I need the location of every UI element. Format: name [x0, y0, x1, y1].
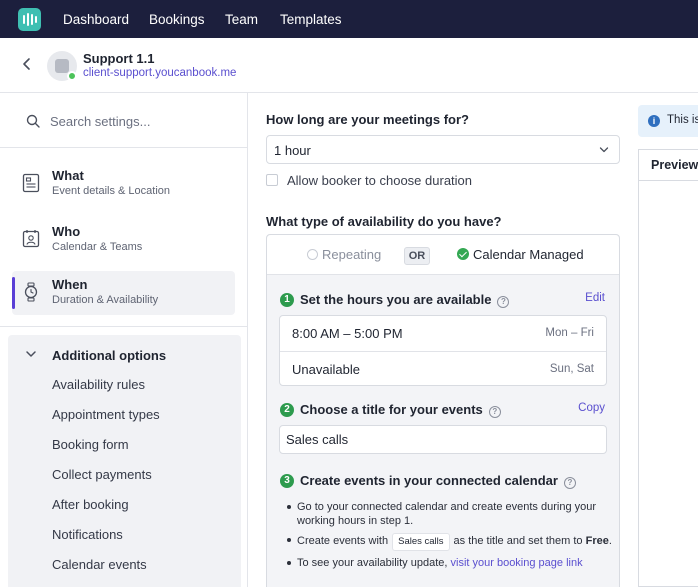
list-item: To see your availability update, visit y…	[287, 556, 612, 570]
additional-options-title: Additional options	[52, 348, 167, 363]
hours-time: Unavailable	[292, 362, 360, 377]
help-icon[interactable]: ?	[563, 477, 576, 489]
help-icon[interactable]: ?	[497, 296, 510, 308]
sidebar-item-who[interactable]: Who Calendar & Teams	[12, 218, 235, 262]
or-badge: OR	[404, 247, 430, 265]
availability-question: What type of availability do you have?	[266, 214, 502, 229]
option-booking-form[interactable]: Booking form	[52, 437, 129, 452]
booking-page-link[interactable]: visit your booking page link	[451, 557, 583, 569]
event-title-input[interactable]	[279, 425, 607, 454]
search-input[interactable]	[50, 110, 230, 132]
page-title: Support 1.1	[83, 51, 155, 66]
availability-panel: Repeating OR Calendar Managed 1 Set the …	[266, 234, 620, 587]
nav-templates[interactable]: Templates	[280, 12, 342, 27]
info-text: This is	[667, 114, 698, 126]
chevron-down-icon	[26, 351, 36, 357]
option-calendar-events[interactable]: Calendar events	[52, 557, 147, 572]
user-card-icon	[22, 230, 40, 248]
edit-hours-link[interactable]: Edit	[585, 292, 605, 304]
additional-options-panel: Additional options Availability rules Ap…	[8, 335, 241, 587]
radio-empty-icon	[307, 249, 318, 260]
page-header: Support 1.1 client-support.youcanbook.me	[0, 38, 698, 93]
duration-select[interactable]: 1 hour	[266, 135, 620, 164]
sidebar-item-sub: Calendar & Teams	[52, 241, 143, 253]
step-3-title: Create events in your connected calendar…	[300, 473, 576, 489]
back-chevron-icon[interactable]	[20, 56, 34, 72]
option-appointment-types[interactable]: Appointment types	[52, 407, 160, 422]
sidebar-item-sub: Duration & Availability	[52, 294, 159, 306]
hours-days: Sun, Sat	[549, 363, 594, 375]
sidebar-divider	[0, 326, 247, 327]
option-calendar-managed[interactable]: Calendar Managed	[457, 247, 584, 262]
event-title-code: Sales calls	[392, 533, 450, 551]
search-icon	[26, 114, 40, 128]
option-notifications[interactable]: Notifications	[52, 527, 123, 542]
online-status-icon	[67, 71, 77, 81]
step-number-3: 3	[280, 474, 294, 488]
main-content: How long are your meetings for? 1 hour A…	[248, 93, 628, 587]
booking-page-link[interactable]: client-support.youcanbook.me	[83, 67, 236, 79]
instructions-list: Go to your connected calendar and create…	[287, 500, 612, 575]
hours-time: 8:00 AM – 5:00 PM	[292, 326, 403, 341]
checkbox[interactable]	[266, 174, 278, 186]
sidebar-item-label: Who	[52, 224, 81, 239]
step-number-2: 2	[280, 403, 294, 417]
duration-question: How long are your meetings for?	[266, 112, 469, 127]
nav-bookings[interactable]: Bookings	[149, 12, 205, 27]
step-1-title: Set the hours you are available?	[300, 292, 510, 308]
sidebar-item-when[interactable]: When Duration & Availability	[12, 271, 235, 315]
nav-dashboard[interactable]: Dashboard	[63, 12, 129, 27]
duration-value: 1 hour	[274, 143, 311, 158]
sidebar-item-what[interactable]: What Event details & Location	[12, 162, 235, 206]
app-logo-icon[interactable]	[18, 8, 41, 31]
step-number-1: 1	[280, 293, 294, 307]
settings-sidebar: What Event details & Location Who Calend…	[0, 93, 248, 587]
additional-options-toggle[interactable]: Additional options	[8, 345, 241, 367]
preview-tab[interactable]: Preview	[639, 150, 698, 181]
option-after-booking[interactable]: After booking	[52, 497, 129, 512]
watch-icon	[24, 282, 38, 302]
sidebar-item-sub: Event details & Location	[52, 185, 171, 197]
nav-team[interactable]: Team	[225, 12, 258, 27]
copy-title-link[interactable]: Copy	[578, 402, 605, 414]
availability-type-toggle: Repeating OR Calendar Managed	[267, 235, 619, 275]
document-icon	[22, 173, 40, 193]
chevron-down-icon	[599, 147, 609, 153]
help-icon[interactable]: ?	[488, 406, 501, 418]
info-icon: i	[648, 115, 660, 127]
checkbox-label: Allow booker to choose duration	[287, 173, 473, 188]
hours-row: Unavailable Sun, Sat	[280, 351, 606, 386]
search-row	[0, 93, 247, 148]
option-availability-rules[interactable]: Availability rules	[52, 377, 145, 392]
option-repeating[interactable]: Repeating	[307, 247, 381, 262]
list-item: Go to your connected calendar and create…	[287, 500, 612, 528]
list-item: Create events with Sales calls as the titl…	[287, 533, 612, 551]
preview-panel: Preview	[638, 149, 698, 587]
sidebar-item-label: When	[52, 277, 88, 292]
top-nav: Dashboard Bookings Team Templates	[0, 0, 698, 38]
step-2-title: Choose a title for your events?	[300, 402, 501, 418]
hours-days: Mon – Fri	[545, 327, 594, 339]
sidebar-item-label: What	[52, 168, 84, 183]
hours-list: 8:00 AM – 5:00 PM Mon – Fri Unavailable …	[279, 315, 607, 386]
check-circle-icon	[457, 248, 469, 260]
info-banner: i This is	[638, 105, 698, 137]
preview-label: Preview	[651, 158, 698, 172]
hours-row: 8:00 AM – 5:00 PM Mon – Fri	[280, 316, 606, 351]
option-collect-payments[interactable]: Collect payments	[52, 467, 152, 482]
